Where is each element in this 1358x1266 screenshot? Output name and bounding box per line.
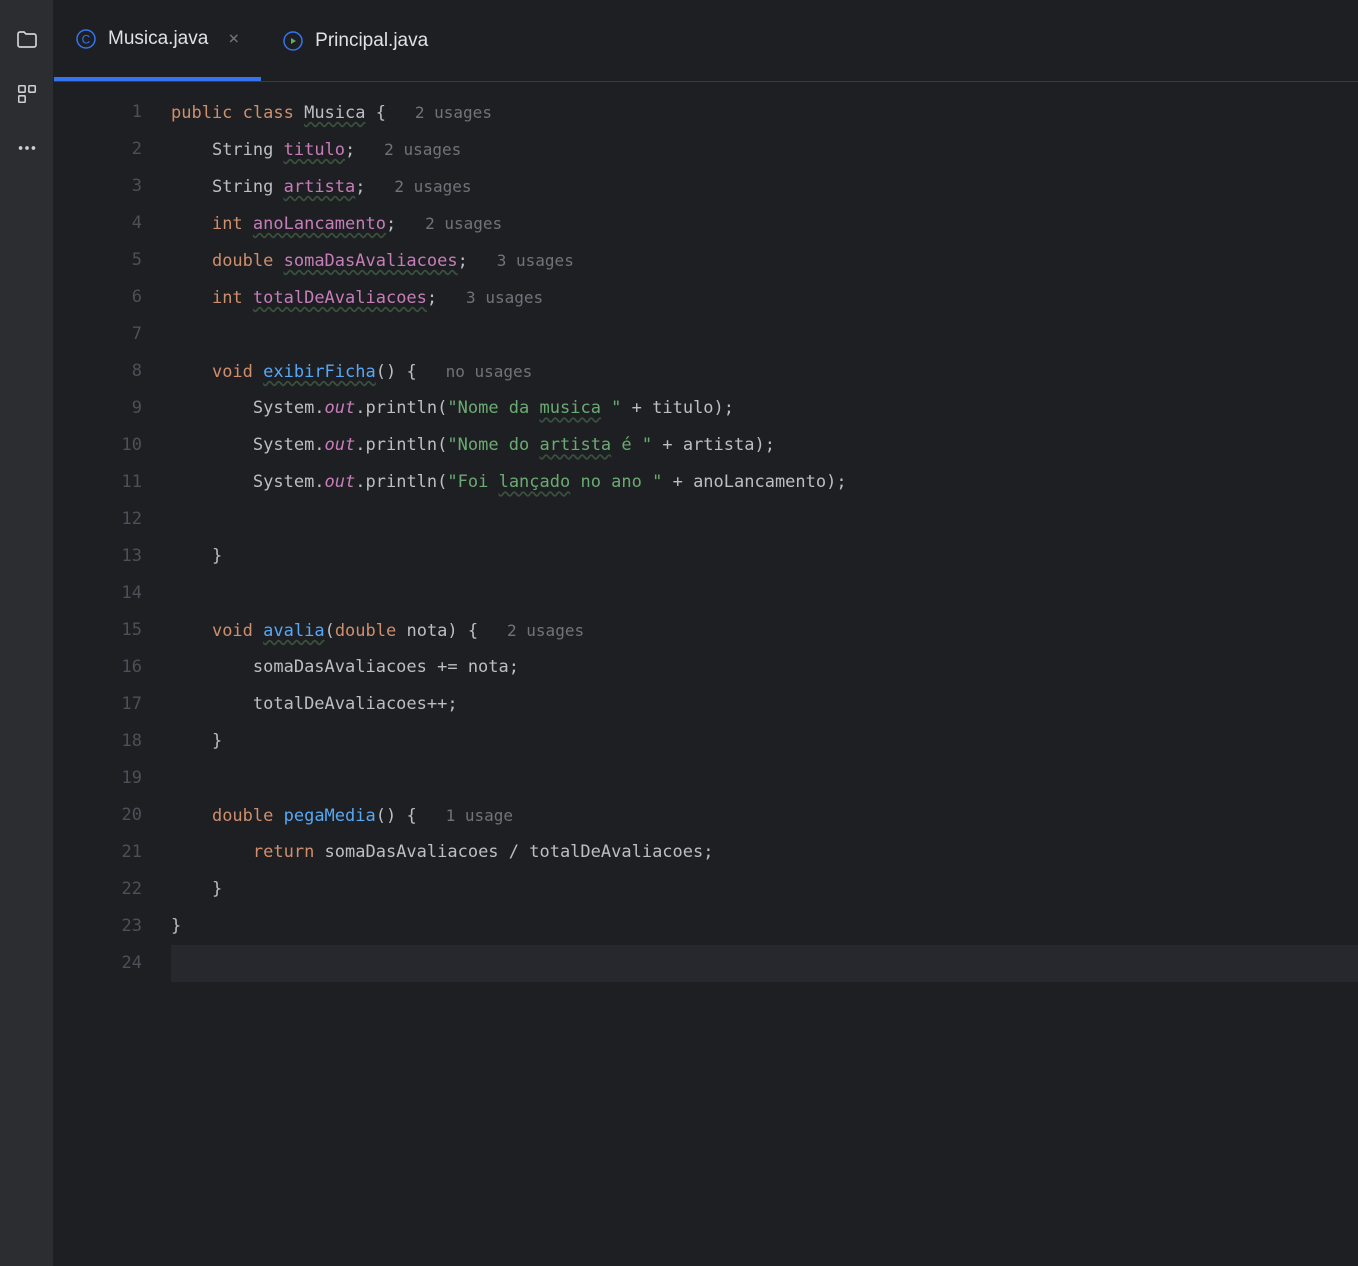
line-number: 20	[54, 797, 142, 834]
code-container: 123456789101112131415161718192021222324 …	[54, 82, 1358, 1266]
line-number: 11	[54, 464, 142, 501]
code-line[interactable]: }	[171, 723, 1358, 760]
folder-icon[interactable]	[15, 28, 39, 52]
line-number: 4	[54, 205, 142, 242]
usage-hint: 3 usages	[437, 288, 543, 307]
usage-hint: 1 usage	[417, 806, 513, 825]
line-number: 6	[54, 279, 142, 316]
tab-label: Musica.java	[108, 28, 208, 50]
code-line[interactable]: int anoLancamento; 2 usages	[171, 205, 1358, 242]
more-icon[interactable]	[15, 136, 39, 160]
line-number: 10	[54, 427, 142, 464]
cursor-line-highlight	[171, 945, 1358, 982]
usage-hint: 2 usages	[386, 103, 492, 122]
line-number: 13	[54, 538, 142, 575]
tab-label: Principal.java	[315, 30, 428, 52]
code-line[interactable]: totalDeAvaliacoes++;	[171, 686, 1358, 723]
code-line[interactable]: void avalia(double nota) { 2 usages	[171, 612, 1358, 649]
usage-hint: 3 usages	[468, 251, 574, 270]
code-line[interactable]: System.out.println("Nome do artista é " …	[171, 427, 1358, 464]
code-line[interactable]: void exibirFicha() { no usages	[171, 353, 1358, 390]
code-line[interactable]: public class Musica { 2 usages	[171, 94, 1358, 131]
code-line[interactable]: int totalDeAvaliacoes; 3 usages	[171, 279, 1358, 316]
code-line[interactable]	[171, 945, 1358, 982]
line-number: 9	[54, 390, 142, 427]
line-number: 5	[54, 242, 142, 279]
code-line[interactable]: System.out.println("Foi lançado no ano "…	[171, 464, 1358, 501]
editor-tabs: C Musica.java × Principal.java	[54, 0, 1358, 82]
usage-hint: 2 usages	[355, 140, 461, 159]
line-number: 23	[54, 908, 142, 945]
code-line[interactable]: System.out.println("Nome da musica " + t…	[171, 390, 1358, 427]
line-number: 12	[54, 501, 142, 538]
line-number: 19	[54, 760, 142, 797]
code-line[interactable]	[171, 760, 1358, 797]
line-number: 24	[54, 945, 142, 982]
code-line[interactable]: double somaDasAvaliacoes; 3 usages	[171, 242, 1358, 279]
class-icon: C	[76, 29, 96, 49]
line-number: 2	[54, 131, 142, 168]
tab-musica-java[interactable]: C Musica.java ×	[54, 0, 261, 81]
code-line[interactable]	[171, 316, 1358, 353]
code-line[interactable]: String titulo; 2 usages	[171, 131, 1358, 168]
line-number: 14	[54, 575, 142, 612]
line-number: 1	[54, 94, 142, 131]
code-line[interactable]: double pegaMedia() { 1 usage	[171, 797, 1358, 834]
usage-hint: 2 usages	[366, 177, 472, 196]
usage-hint: 2 usages	[478, 621, 584, 640]
code-line[interactable]: return somaDasAvaliacoes / totalDeAvalia…	[171, 834, 1358, 871]
code-line[interactable]	[171, 575, 1358, 612]
code-line[interactable]	[171, 501, 1358, 538]
code-line[interactable]: }	[171, 871, 1358, 908]
line-number: 7	[54, 316, 142, 353]
code-line[interactable]: somaDasAvaliacoes += nota;	[171, 649, 1358, 686]
svg-text:C: C	[82, 32, 91, 46]
line-number: 22	[54, 871, 142, 908]
tool-sidebar	[0, 0, 54, 1266]
close-icon[interactable]: ×	[228, 28, 239, 49]
line-number: 18	[54, 723, 142, 760]
code-line[interactable]: }	[171, 538, 1358, 575]
line-number: 15	[54, 612, 142, 649]
editor-area: CMusica.java×Principal.java 123456789101…	[54, 0, 1358, 1266]
line-number: 17	[54, 686, 142, 723]
code-editor[interactable]: public class Musica { 2 usages String ti…	[169, 82, 1358, 1266]
line-number: 21	[54, 834, 142, 871]
line-number: 3	[54, 168, 142, 205]
run-class-icon	[283, 31, 303, 51]
code-line[interactable]: }	[171, 908, 1358, 945]
line-number: 16	[54, 649, 142, 686]
usage-hint: 2 usages	[396, 214, 502, 233]
usage-hint: no usages	[417, 362, 533, 381]
code-line[interactable]: String artista; 2 usages	[171, 168, 1358, 205]
tab-principal-java[interactable]: Principal.java	[261, 0, 450, 81]
line-gutter: 123456789101112131415161718192021222324	[54, 82, 169, 1266]
structure-icon[interactable]	[15, 82, 39, 106]
line-number: 8	[54, 353, 142, 390]
